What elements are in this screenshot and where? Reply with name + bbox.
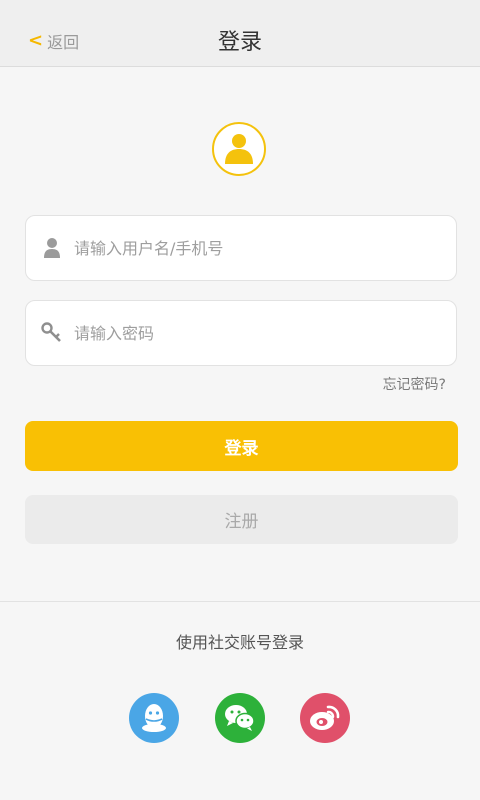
weibo-icon — [310, 705, 340, 730]
key-icon — [40, 321, 64, 345]
qq-login-button[interactable] — [129, 693, 179, 743]
person-icon — [40, 236, 64, 260]
page-title: 登录 — [217, 30, 262, 55]
password-input[interactable] — [72, 300, 456, 366]
register-button[interactable]: 注册 — [25, 495, 458, 544]
username-field[interactable] — [25, 215, 457, 281]
password-field[interactable] — [25, 300, 457, 366]
user-avatar-icon — [212, 122, 266, 176]
login-button[interactable]: 登录 — [25, 421, 458, 471]
username-input[interactable] — [72, 215, 456, 281]
weibo-login-button[interactable] — [300, 693, 350, 743]
forgot-password-link[interactable]: 忘记密码? — [383, 374, 446, 394]
qq-icon — [142, 704, 166, 732]
social-login-title: 使用社交账号登录 — [175, 633, 304, 652]
divider — [0, 601, 480, 602]
header-bar: < 返回 登录 — [0, 0, 480, 67]
wechat-login-button[interactable] — [215, 693, 265, 743]
wechat-icon — [225, 705, 255, 731]
